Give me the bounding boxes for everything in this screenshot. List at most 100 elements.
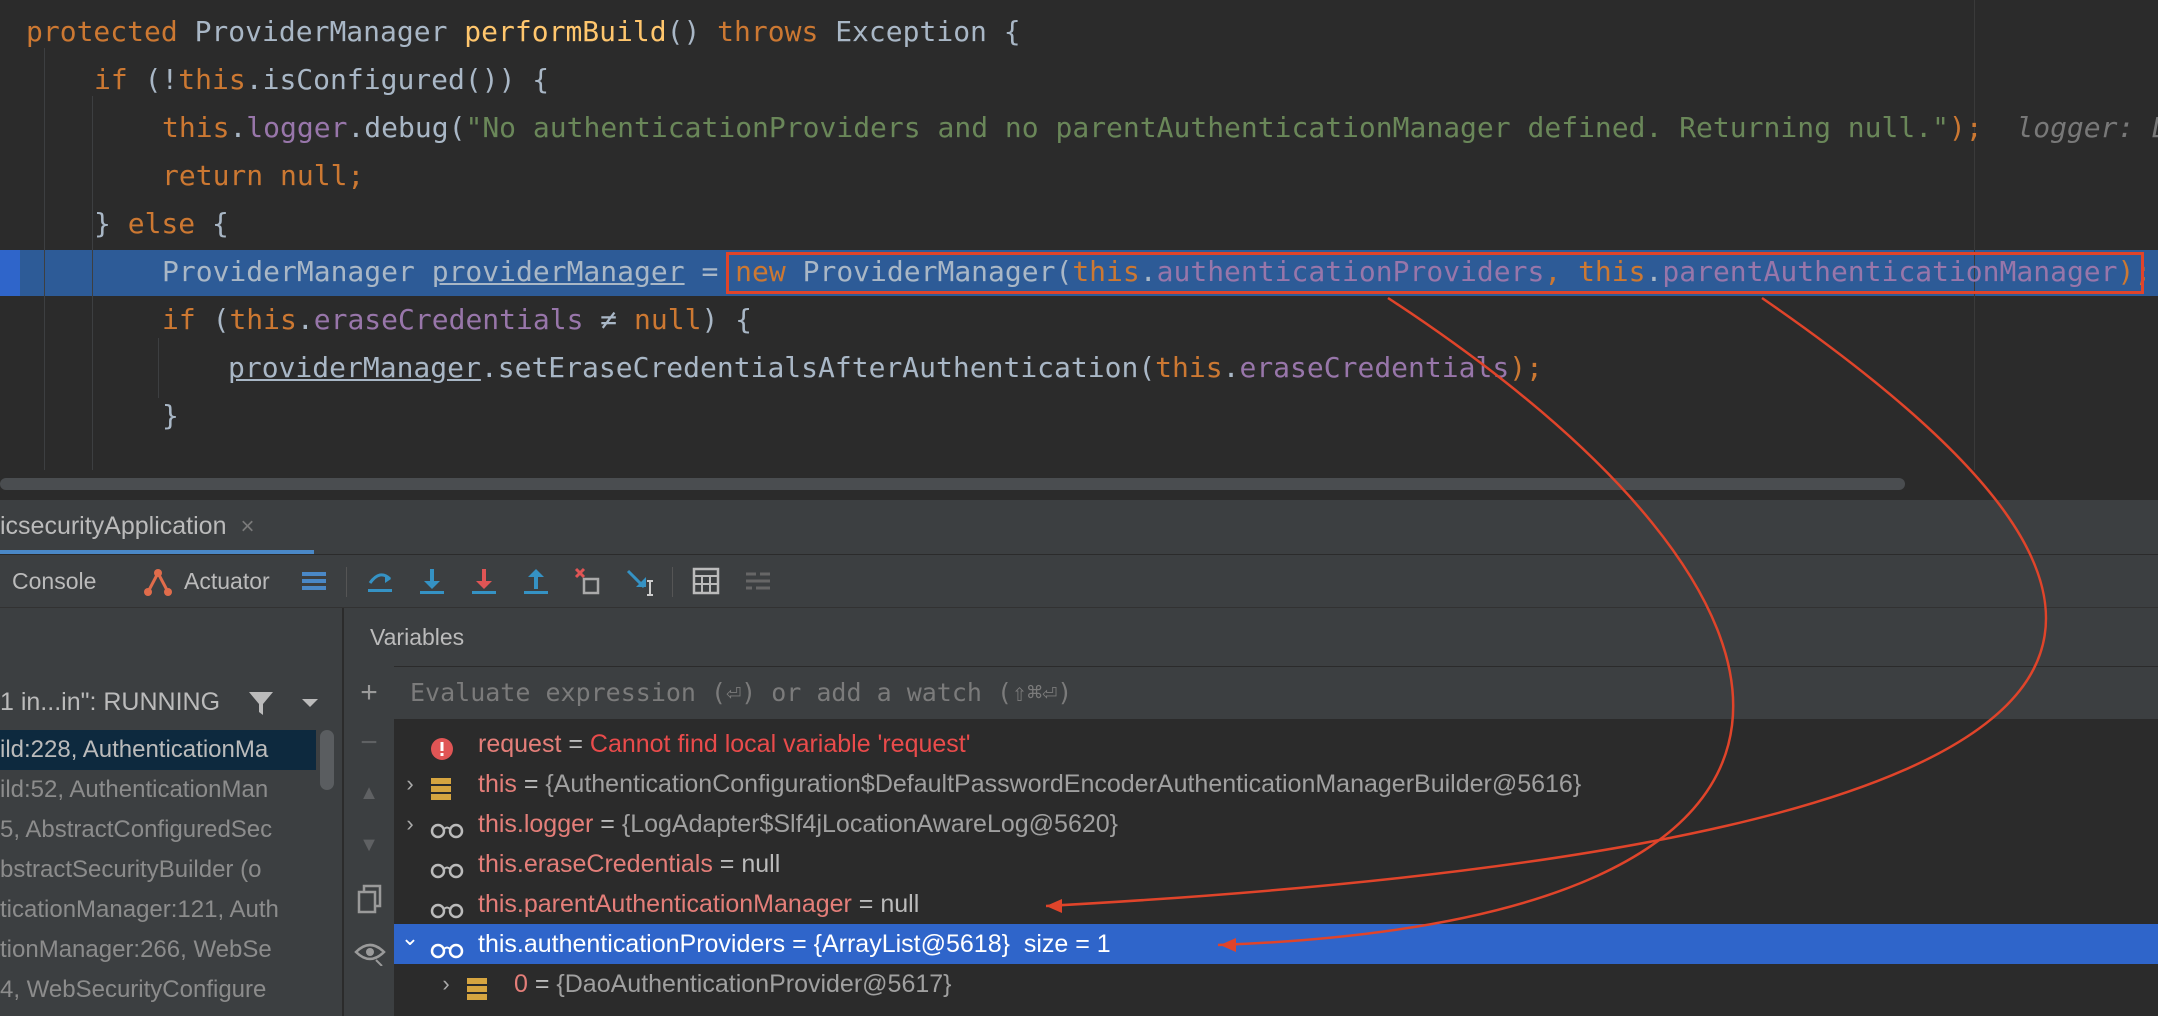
evaluate-expression-input[interactable]: Evaluate expression (⏎) or add a watch (… (394, 666, 2158, 720)
stack-frame-row[interactable]: 5, AbstractConfiguredSec (0, 810, 316, 850)
code-editor[interactable]: protected ProviderManager performBuild()… (0, 0, 2158, 470)
code-token: ); (1509, 351, 1543, 384)
variable-value: {LogAdapter$Slf4jLocationAwareLog@5620} (621, 810, 1119, 838)
variable-row[interactable]: › this.logger = {LogAdapter$Slf4jLocation… (394, 804, 2158, 844)
chevron-right-icon[interactable]: › (436, 964, 456, 1004)
stack-frame-row[interactable]: ticationManager:121, Auth (0, 890, 316, 930)
variable-row[interactable]: › this = {AuthenticationConfiguration$Def… (394, 764, 2158, 804)
variable-row[interactable]: request = Cannot find local variable 're… (394, 724, 2158, 764)
drop-frame-icon[interactable] (572, 565, 604, 597)
code-line[interactable]: if (!this.isConfigured()) { (94, 56, 549, 104)
copy-icon[interactable] (356, 884, 384, 919)
active-tab-indicator (0, 550, 314, 554)
code-token: .debug( (347, 111, 466, 144)
stack-frame-row[interactable]: ild:228, AuthenticationMa (0, 730, 316, 770)
actuator-tab[interactable]: Actuator (184, 555, 270, 607)
code-line[interactable]: } else { (94, 200, 229, 248)
eye-icon[interactable] (354, 940, 386, 971)
step-out-icon[interactable] (520, 565, 552, 597)
chevron-down-icon[interactable] (300, 696, 320, 715)
code-token: eraseCredentials (313, 303, 584, 336)
code-token: Exception { (835, 15, 1021, 48)
variables-side-toolbar: + − ▲ ▼ (343, 608, 395, 1016)
run-session-label: icsecurityApplication (0, 512, 227, 540)
debug-toolbar: Console Actuator (0, 555, 2158, 608)
variable-text: 0 = {DaoAuthenticationProvider@5617} (514, 964, 952, 1004)
variable-value: {ArrayList@5618} size = 1 (813, 930, 1111, 958)
frames-scroll-thumb[interactable] (320, 730, 334, 790)
code-token: .setEraseCredentialsAfterAuthentication( (480, 351, 1156, 384)
step-into-icon[interactable] (416, 565, 448, 597)
stack-frame-row[interactable]: 4, WebSecurityConfigure (0, 970, 316, 1010)
variable-row[interactable]: this.eraseCredentials = null (394, 844, 2158, 884)
variable-equals: = (785, 930, 814, 958)
trace-current-stream-icon[interactable] (742, 565, 774, 597)
indent-guide (92, 96, 93, 470)
variable-name: this.authenticationProviders (478, 930, 786, 958)
editor-scroll-thumb[interactable] (0, 478, 1905, 490)
variable-name: this.logger (478, 810, 594, 838)
move-up-icon[interactable]: ▲ (354, 778, 384, 808)
annotation-highlight-box (726, 252, 2144, 294)
code-token: return null; (162, 159, 365, 192)
chevron-right-icon[interactable]: › (400, 804, 420, 844)
code-token: . (229, 111, 247, 144)
code-line[interactable]: protected ProviderManager performBuild()… (26, 8, 1021, 56)
code-token: protected (26, 15, 195, 48)
code-token: ( (212, 303, 230, 336)
variable-value: {AuthenticationConfiguration$DefaultPass… (545, 770, 1582, 798)
thread-status: 1 in...in": RUNNING (0, 688, 221, 716)
move-down-icon[interactable]: ▼ (354, 830, 384, 860)
add-watch-icon[interactable]: + (354, 678, 384, 708)
code-token: ProviderManager (162, 255, 432, 288)
chevron-right-icon[interactable]: › (400, 764, 420, 804)
evaluate-placeholder: Evaluate expression (⏎) or add a watch (… (410, 678, 1073, 707)
code-token: } (94, 207, 128, 240)
code-token: ); (1948, 111, 1983, 144)
variable-row[interactable]: › 0 = {DaoAuthenticationProvider@5617} (394, 964, 2158, 1004)
stack-frame-row[interactable]: ild:52, AuthenticationMan (0, 770, 316, 810)
code-token: this (1155, 351, 1223, 384)
code-token: { (212, 207, 229, 240)
variable-name: this.parentAuthenticationManager (478, 890, 852, 918)
variable-value: Cannot find local variable 'request' (589, 730, 971, 758)
variable-row[interactable]: this.parentAuthenticationManager = null (394, 884, 2158, 924)
code-token: . (296, 303, 314, 336)
thread-selector[interactable]: 1 in...in": RUNNING (0, 680, 220, 724)
variables-panel: Variables Evaluate expression (⏎) or add… (370, 608, 2158, 1016)
remove-watch-icon[interactable]: − (354, 728, 384, 758)
right-margin-guide (1974, 0, 1975, 470)
code-token: else (127, 207, 213, 240)
code-line[interactable]: return null; (162, 152, 364, 200)
step-over-icon[interactable] (364, 565, 396, 597)
force-step-into-icon[interactable] (468, 565, 500, 597)
variable-row[interactable]: ⌄ this.authenticationProviders = {ArrayLi… (394, 924, 2158, 964)
variable-value: null (880, 890, 920, 918)
code-token: providerManager (228, 351, 481, 384)
stack-frame-row[interactable]: bstractSecurityBuilder (o (0, 850, 316, 890)
variable-equals: = (851, 890, 881, 918)
code-token: } (162, 399, 179, 432)
indent-guide (158, 338, 159, 398)
code-line[interactable]: } (162, 392, 179, 440)
run-to-cursor-icon[interactable] (624, 565, 656, 597)
code-token: .isConfigured()) { (245, 63, 550, 96)
layout-icon[interactable] (298, 565, 330, 597)
evaluate-expression-icon[interactable] (690, 565, 722, 597)
code-token: this (229, 303, 297, 336)
filter-icon[interactable] (246, 688, 276, 723)
frames-panel: 1 in...in": RUNNING ild:228, Authenticat… (0, 608, 342, 1016)
code-token: this (178, 63, 246, 96)
console-tab[interactable]: Console (12, 555, 96, 607)
indent-guide (44, 48, 45, 470)
code-token: () (666, 15, 718, 48)
field-stack-icon (466, 973, 488, 1013)
stack-frame-row[interactable]: tionManager:266, WebSe (0, 930, 316, 970)
code-line[interactable]: this.logger.debug("No authenticationProv… (162, 104, 2158, 152)
code-line[interactable]: if (this.eraseCredentials ≠ null) { (162, 296, 752, 344)
chevron-down-icon[interactable]: ⌄ (400, 918, 420, 958)
code-line[interactable]: providerManager.setEraseCredentialsAfter… (228, 344, 1543, 392)
variable-text: this.logger = {LogAdapter$Slf4jLocationA… (478, 804, 1118, 844)
run-session-tab[interactable]: icsecurityApplication × (0, 500, 255, 550)
close-icon[interactable]: × (241, 513, 255, 540)
